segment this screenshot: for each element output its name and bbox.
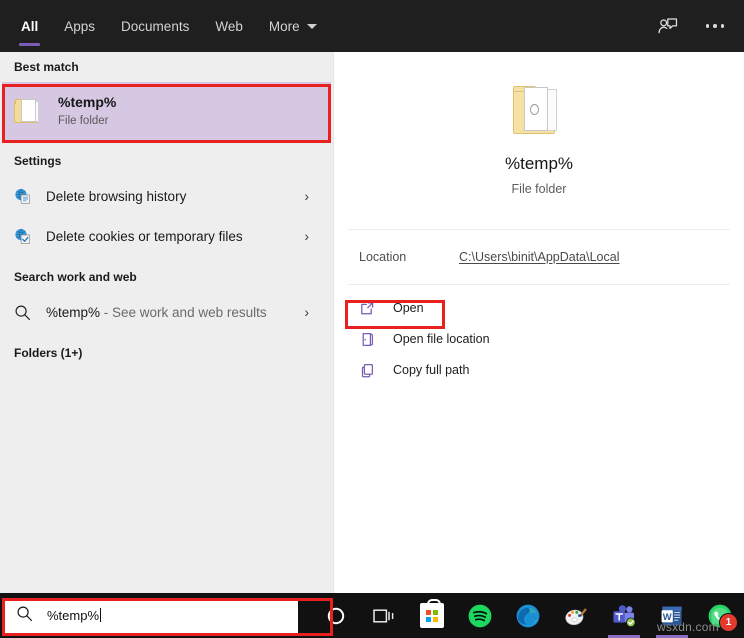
preview-subtitle: File folder xyxy=(512,182,567,196)
web-search-item-label: %temp% - See work and web results xyxy=(46,305,267,320)
best-match-text: %temp% File folder xyxy=(58,94,116,129)
chevron-right-icon[interactable]: › xyxy=(304,305,323,319)
search-results-pane: Best match %temp% File folder Settings xyxy=(0,52,333,593)
search-filter-tabs: All Apps Documents Web More xyxy=(8,0,330,52)
copy-full-path-label: Copy full path xyxy=(393,363,469,377)
copy-icon xyxy=(359,362,376,379)
header-actions xyxy=(652,11,744,41)
text-cursor xyxy=(100,608,101,622)
open-external-icon xyxy=(359,300,376,317)
tab-more[interactable]: More xyxy=(256,0,330,52)
open-action[interactable]: Open xyxy=(334,293,744,323)
settings-item-delete-cookies[interactable]: Delete cookies or temporary files › xyxy=(0,216,333,256)
open-folder-location-icon xyxy=(359,331,376,348)
microsoft-word-icon[interactable]: W xyxy=(648,593,696,638)
chevron-right-icon[interactable]: › xyxy=(304,189,323,203)
tab-more-label: More xyxy=(269,19,300,34)
cortana-icon[interactable] xyxy=(312,593,360,638)
internet-options-icon xyxy=(14,228,31,245)
search-icon xyxy=(16,605,33,627)
settings-item-label: Delete cookies or temporary files xyxy=(46,229,243,244)
microsoft-teams-icon[interactable] xyxy=(600,593,648,638)
group-header-search-work-web-label: Search work and web xyxy=(14,270,137,284)
settings-item-label: Delete browsing history xyxy=(46,189,186,204)
web-search-suffix: - See work and web results xyxy=(100,305,267,320)
tab-apps-label: Apps xyxy=(64,19,95,34)
search-header-bar: All Apps Documents Web More xyxy=(0,0,744,52)
windows-search-screen: All Apps Documents Web More xyxy=(0,0,744,638)
group-header-settings: Settings xyxy=(0,146,333,176)
store-bag-shape xyxy=(420,603,444,628)
group-header-search-work-web: Search work and web xyxy=(0,262,333,292)
group-header-folders: Folders (1+) xyxy=(0,338,333,368)
open-action-label: Open xyxy=(393,301,424,315)
tab-all[interactable]: All xyxy=(8,0,51,52)
preview-actions: Open Open file location xyxy=(334,285,744,385)
best-match-title: %temp% xyxy=(58,94,116,111)
spotify-icon[interactable] xyxy=(456,593,504,638)
tab-web-label: Web xyxy=(215,19,243,34)
best-match-row[interactable]: %temp% File folder xyxy=(2,82,331,140)
taskbar-app-icons: W 1 xyxy=(312,593,744,638)
ellipsis-dots xyxy=(706,24,725,28)
open-file-location-label: Open file location xyxy=(393,332,490,346)
windows-logo-glyph xyxy=(426,610,438,622)
web-search-item[interactable]: %temp% - See work and web results › xyxy=(0,292,333,332)
preview-pane: %temp% File folder Location C:\Users\bin… xyxy=(333,52,744,593)
tab-documents[interactable]: Documents xyxy=(108,0,202,52)
whatsapp-notification-badge: 1 xyxy=(719,613,738,632)
preview-title: %temp% xyxy=(505,153,573,175)
taskbar: %temp% xyxy=(0,593,744,638)
tab-apps[interactable]: Apps xyxy=(51,0,108,52)
chevron-down-icon xyxy=(307,24,317,29)
location-label: Location xyxy=(359,250,459,264)
group-header-best-match: Best match xyxy=(0,52,333,82)
microsoft-edge-icon[interactable] xyxy=(504,593,552,638)
group-header-folders-label: Folders (1+) xyxy=(14,346,82,360)
search-icon xyxy=(14,304,31,321)
svg-text:W: W xyxy=(663,611,672,622)
internet-options-icon xyxy=(14,188,31,205)
copy-full-path-action[interactable]: Copy full path xyxy=(334,355,744,385)
group-header-settings-label: Settings xyxy=(14,154,61,168)
paint-icon[interactable] xyxy=(552,593,600,638)
settings-item-delete-browsing-history[interactable]: Delete browsing history › xyxy=(0,176,333,216)
taskbar-search-box[interactable]: %temp% xyxy=(2,598,298,634)
web-search-query: %temp% xyxy=(46,305,100,320)
tab-documents-label: Documents xyxy=(121,19,189,34)
taskbar-search-input[interactable]: %temp% xyxy=(47,608,101,623)
location-row: Location C:\Users\binit\AppData\Local xyxy=(334,230,744,284)
microsoft-store-icon[interactable] xyxy=(408,593,456,638)
folder-icon xyxy=(511,85,567,135)
folder-icon xyxy=(14,99,42,123)
person-feedback-icon[interactable] xyxy=(652,11,682,41)
open-file-location-action[interactable]: Open file location xyxy=(334,324,744,354)
chevron-right-icon[interactable]: › xyxy=(304,229,323,243)
tab-web[interactable]: Web xyxy=(202,0,256,52)
location-path-link[interactable]: C:\Users\binit\AppData\Local xyxy=(459,250,620,264)
ellipsis-icon[interactable] xyxy=(700,11,730,41)
group-header-best-match-label: Best match xyxy=(14,60,79,74)
tab-all-label: All xyxy=(21,19,38,34)
whatsapp-icon[interactable]: 1 xyxy=(696,593,744,638)
taskbar-search-value: %temp% xyxy=(47,608,99,623)
best-match-subtitle: File folder xyxy=(58,113,116,129)
task-view-icon[interactable] xyxy=(360,593,408,638)
preview-card: %temp% File folder xyxy=(334,52,744,229)
